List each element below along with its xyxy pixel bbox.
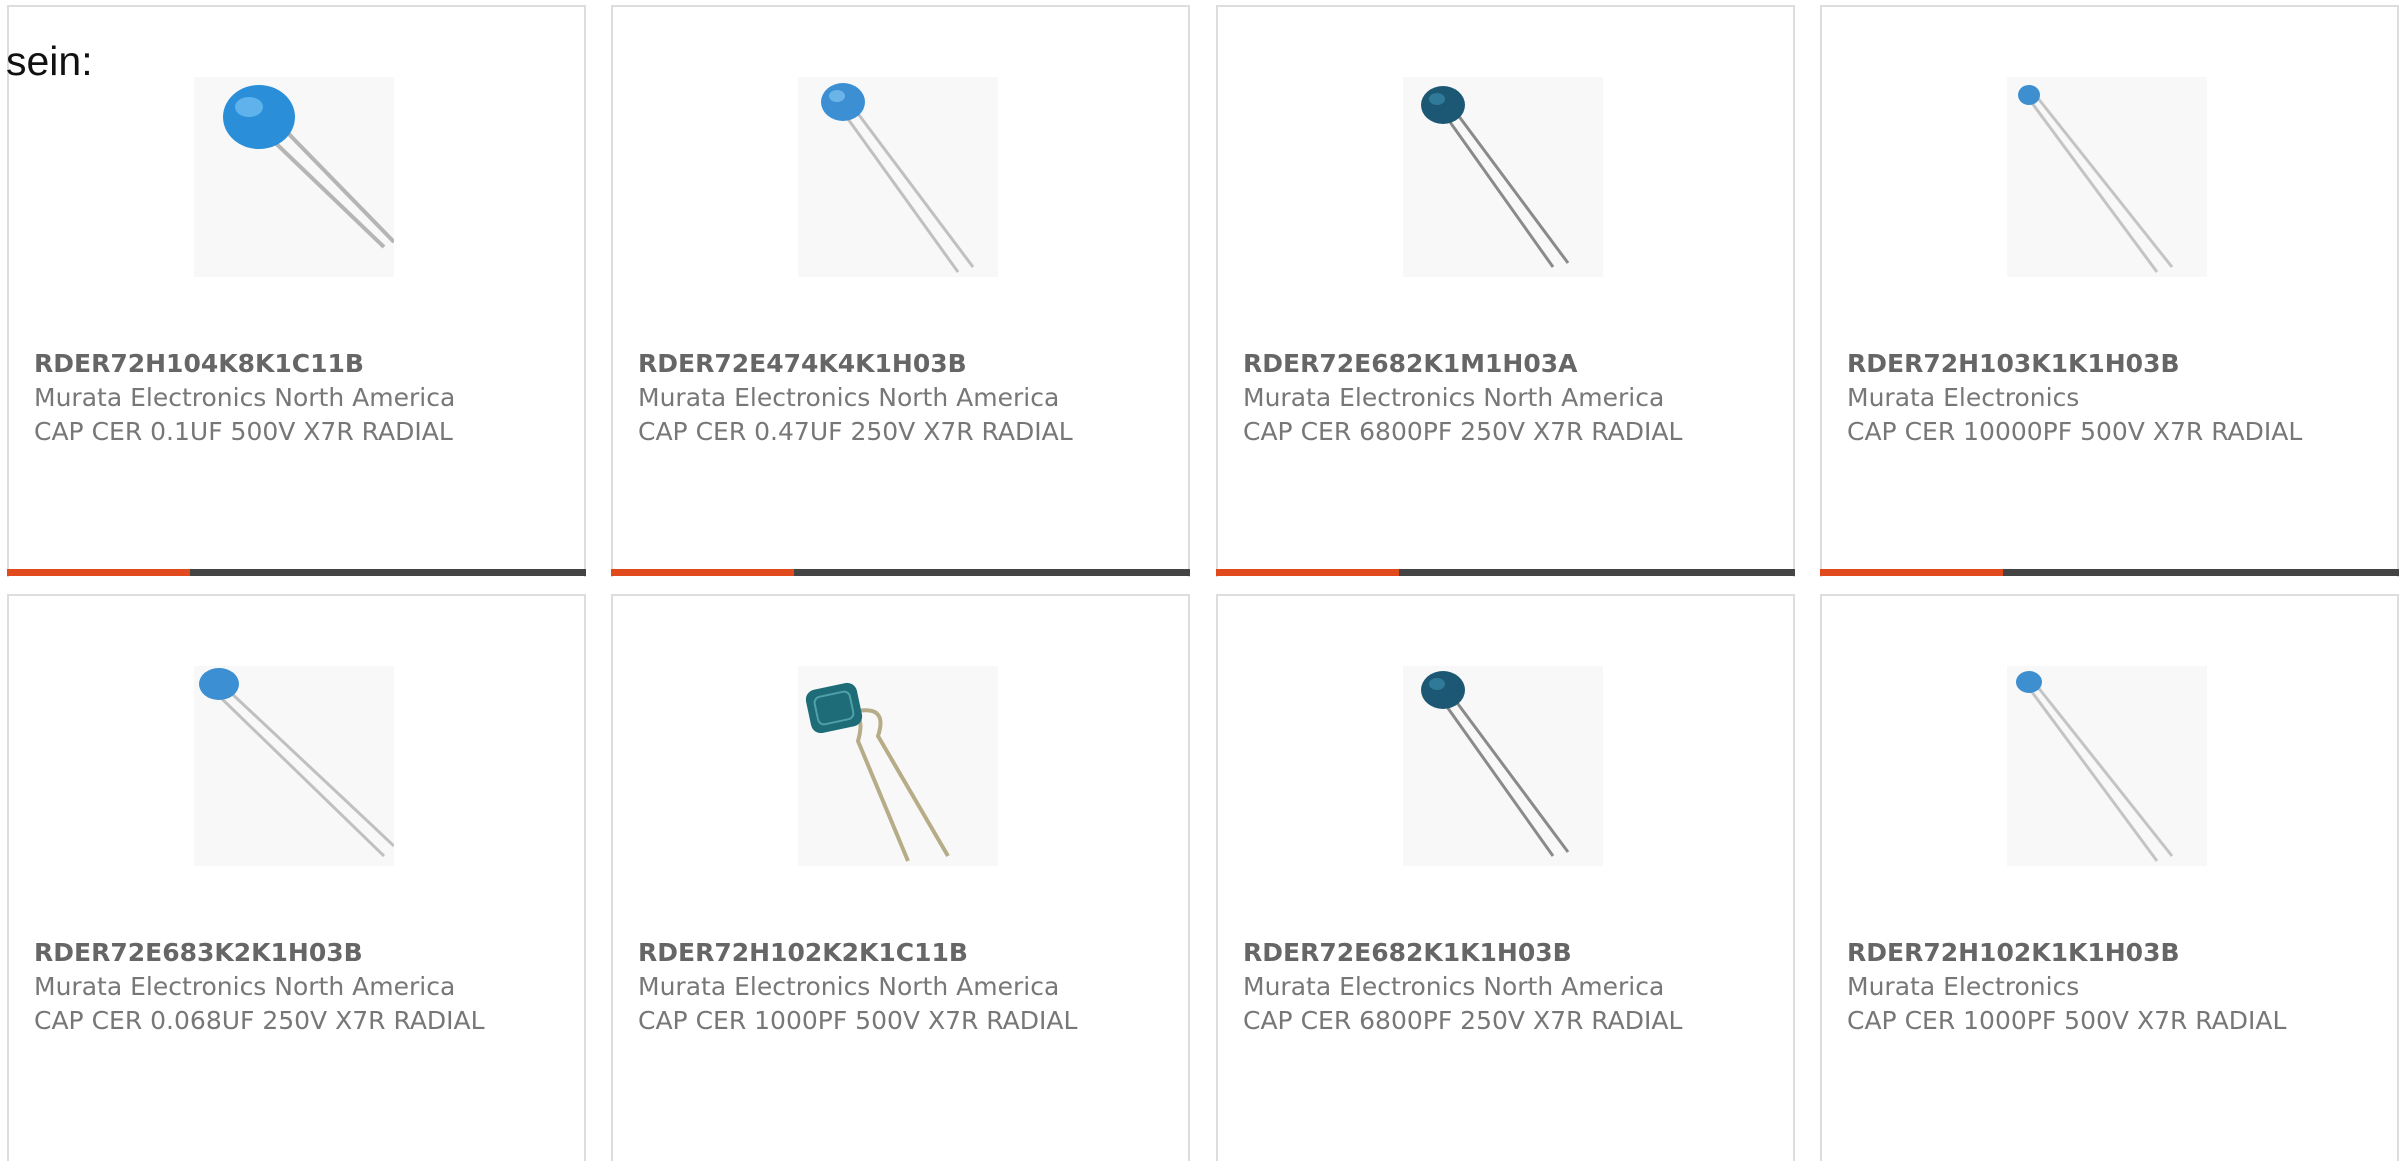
product-description: CAP CER 0.47UF 250V X7R RADIAL	[638, 417, 1073, 446]
card-underline-accent	[611, 569, 794, 576]
product-card[interactable]: RDER72E474K4K1H03B Murata Electronics No…	[611, 5, 1190, 577]
product-description: CAP CER 6800PF 250V X7R RADIAL	[1243, 417, 1683, 446]
radial-capacitor-icon	[1421, 86, 1570, 268]
product-image[interactable]	[194, 666, 394, 866]
part-number[interactable]: RDER72E682K1M1H03A	[1243, 347, 1703, 381]
product-description: CAP CER 1000PF 500V X7R RADIAL	[638, 1006, 1078, 1035]
product-image[interactable]	[2007, 666, 2207, 866]
card-underline-accent	[1820, 569, 2003, 576]
product-image[interactable]	[798, 666, 998, 866]
product-image[interactable]	[2007, 77, 2207, 277]
radial-capacitor-icon	[2018, 85, 2174, 273]
manufacturer: Murata Electronics North America	[34, 383, 456, 412]
product-info: RDER72E682K1K1H03B Murata Electronics No…	[1243, 936, 1703, 1038]
part-number[interactable]: RDER72E683K2K1H03B	[34, 936, 494, 970]
product-info: RDER72E683K2K1H03B Murata Electronics No…	[34, 936, 494, 1038]
product-card[interactable]: RDER72H103K1K1H03B Murata Electronics CA…	[1820, 5, 2399, 577]
product-info: RDER72H102K1K1H03B Murata Electronics CA…	[1847, 936, 2307, 1038]
product-image[interactable]	[798, 77, 998, 277]
product-description: CAP CER 10000PF 500V X7R RADIAL	[1847, 417, 2303, 446]
radial-capacitor-icon	[821, 83, 975, 273]
part-number[interactable]: RDER72H103K1K1H03B	[1847, 347, 2307, 381]
part-number[interactable]: RDER72H102K2K1C11B	[638, 936, 1098, 970]
part-number[interactable]: RDER72E682K1K1H03B	[1243, 936, 1703, 970]
product-card[interactable]: RDER72H102K2K1C11B Murata Electronics No…	[611, 594, 1190, 1161]
manufacturer: Murata Electronics North America	[638, 972, 1060, 1001]
manufacturer: Murata Electronics North America	[1243, 972, 1665, 1001]
product-card[interactable]: RDER72E682K1K1H03B Murata Electronics No…	[1216, 594, 1795, 1161]
card-underline	[1820, 569, 2399, 576]
manufacturer: Murata Electronics	[1847, 972, 2080, 1001]
product-image[interactable]	[194, 77, 394, 277]
product-grid-page: RDER72H104K8K1C11B Murata Electronics No…	[0, 0, 2400, 1161]
product-description: CAP CER 6800PF 250V X7R RADIAL	[1243, 1006, 1683, 1035]
manufacturer: Murata Electronics North America	[34, 972, 456, 1001]
product-info: RDER72E474K4K1H03B Murata Electronics No…	[638, 347, 1098, 449]
part-number[interactable]: RDER72H102K1K1H03B	[1847, 936, 2307, 970]
card-underline	[7, 569, 586, 576]
manufacturer: Murata Electronics North America	[638, 383, 1060, 412]
radial-capacitor-icon	[805, 682, 950, 862]
product-info: RDER72H104K8K1C11B Murata Electronics No…	[34, 347, 494, 449]
card-underline	[1216, 569, 1795, 576]
part-number[interactable]: RDER72H104K8K1C11B	[34, 347, 494, 381]
radial-capacitor-icon	[1421, 671, 1570, 857]
product-image[interactable]	[1403, 77, 1603, 277]
card-underline-accent	[1216, 569, 1399, 576]
radial-capacitor-icon	[199, 668, 394, 858]
manufacturer: Murata Electronics	[1847, 383, 2080, 412]
prefix-text: sein:	[6, 38, 93, 84]
radial-capacitor-icon	[223, 85, 394, 249]
product-card[interactable]: RDER72E682K1M1H03A Murata Electronics No…	[1216, 5, 1795, 577]
product-card[interactable]: RDER72H104K8K1C11B Murata Electronics No…	[7, 5, 586, 577]
product-description: CAP CER 1000PF 500V X7R RADIAL	[1847, 1006, 2287, 1035]
product-card[interactable]: RDER72E683K2K1H03B Murata Electronics No…	[7, 594, 586, 1161]
part-number[interactable]: RDER72E474K4K1H03B	[638, 347, 1098, 381]
product-info: RDER72H102K2K1C11B Murata Electronics No…	[638, 936, 1098, 1038]
product-image[interactable]	[1403, 666, 1603, 866]
product-grid: RDER72H104K8K1C11B Murata Electronics No…	[0, 0, 2400, 1161]
card-underline-accent	[7, 569, 190, 576]
product-card[interactable]: RDER72H102K1K1H03B Murata Electronics CA…	[1820, 594, 2399, 1161]
product-description: CAP CER 0.068UF 250V X7R RADIAL	[34, 1006, 485, 1035]
product-info: RDER72E682K1M1H03A Murata Electronics No…	[1243, 347, 1703, 449]
manufacturer: Murata Electronics North America	[1243, 383, 1665, 412]
card-underline	[611, 569, 1190, 576]
product-description: CAP CER 0.1UF 500V X7R RADIAL	[34, 417, 453, 446]
radial-capacitor-icon	[2016, 671, 2174, 862]
product-info: RDER72H103K1K1H03B Murata Electronics CA…	[1847, 347, 2307, 449]
